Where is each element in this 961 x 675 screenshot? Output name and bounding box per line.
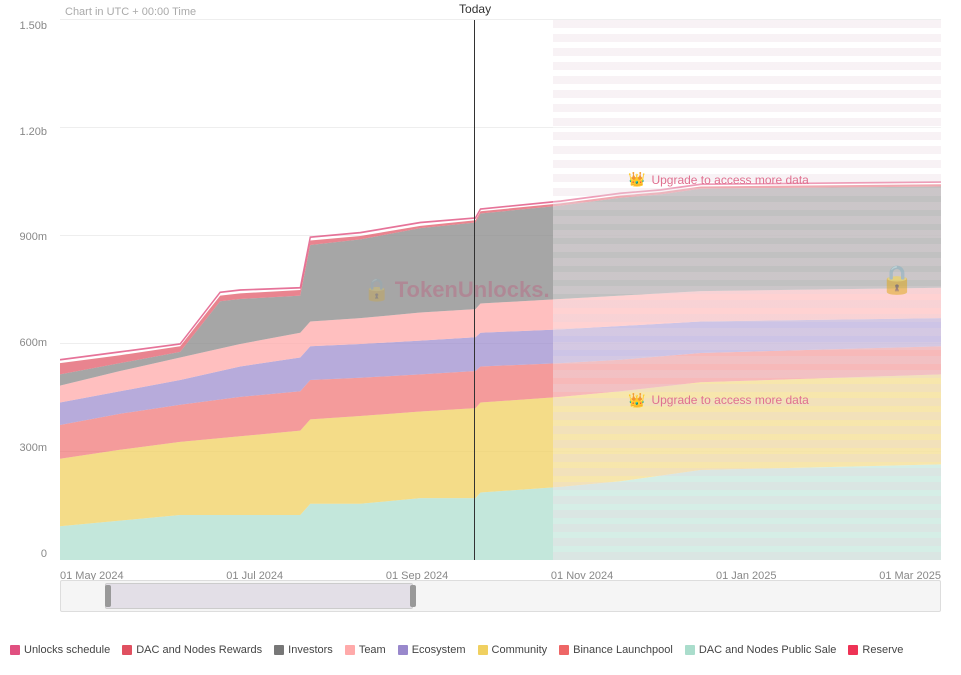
- legend-dot-investors: [274, 645, 284, 655]
- legend-label-binance: Binance Launchpool: [573, 644, 673, 656]
- legend-dot-dac-rewards: [122, 645, 132, 655]
- lock-icon-right: 🔒: [880, 263, 915, 296]
- legend-binance: Binance Launchpool: [559, 644, 673, 656]
- legend-label-reserve: Reserve: [862, 644, 903, 656]
- legend-dot-dac-public: [685, 645, 695, 655]
- legend-dot-reserve: [848, 645, 858, 655]
- upgrade-badge-bottom[interactable]: 👑 Upgrade to access more data: [628, 392, 809, 409]
- legend-investors: Investors: [274, 644, 333, 656]
- y-label-600m: 600m: [0, 337, 47, 349]
- legend-team: Team: [345, 644, 386, 656]
- navigator[interactable]: [60, 580, 941, 612]
- legend-label-unlocks: Unlocks schedule: [24, 644, 110, 656]
- today-label: Today: [459, 2, 491, 16]
- y-label-150b: 1.50b: [0, 20, 47, 32]
- crown-icon-top: 👑: [628, 171, 645, 188]
- y-label-120b: 1.20b: [0, 126, 47, 138]
- legend-label-ecosystem: Ecosystem: [412, 644, 466, 656]
- legend-label-community: Community: [492, 644, 548, 656]
- legend-dot-community: [478, 645, 488, 655]
- legend-ecosystem: Ecosystem: [398, 644, 466, 656]
- legend-label-dac-rewards: DAC and Nodes Rewards: [136, 644, 262, 656]
- chart-inner: Today 👑 Upgrade to access more data 👑 Up…: [60, 20, 941, 560]
- legend-dot-unlocks: [10, 645, 20, 655]
- legend-dot-ecosystem: [398, 645, 408, 655]
- legend-dac-rewards: DAC and Nodes Rewards: [122, 644, 262, 656]
- legend-dot-team: [345, 645, 355, 655]
- legend-dac-public: DAC and Nodes Public Sale: [685, 644, 837, 656]
- upgrade-text-bottom[interactable]: Upgrade to access more data: [651, 393, 808, 407]
- upgrade-text-top[interactable]: Upgrade to access more data: [651, 173, 808, 187]
- legend: Unlocks schedule DAC and Nodes Rewards I…: [0, 625, 961, 675]
- navigator-handle-left[interactable]: [105, 585, 111, 607]
- navigator-handle-right[interactable]: [410, 585, 416, 607]
- legend-unlocks-schedule: Unlocks schedule: [10, 644, 110, 656]
- upgrade-badge-top[interactable]: 👑 Upgrade to access more data: [628, 171, 809, 188]
- y-label-0: 0: [0, 548, 47, 560]
- legend-label-investors: Investors: [288, 644, 333, 656]
- legend-community: Community: [478, 644, 548, 656]
- legend-label-team: Team: [359, 644, 386, 656]
- chart-container: Chart in UTC + 00:00 Time 0 300m 600m 90…: [0, 0, 961, 620]
- y-label-900m: 900m: [0, 231, 47, 243]
- today-line: Today: [474, 20, 475, 560]
- navigator-selection[interactable]: [105, 583, 413, 609]
- y-axis-labels: 0 300m 600m 900m 1.20b 1.50b: [0, 20, 55, 560]
- legend-reserve: Reserve: [848, 644, 903, 656]
- legend-label-dac-public: DAC and Nodes Public Sale: [699, 644, 837, 656]
- crown-icon-bottom: 👑: [628, 392, 645, 409]
- y-label-300m: 300m: [0, 442, 47, 454]
- chart-svg: [60, 20, 941, 560]
- legend-dot-binance: [559, 645, 569, 655]
- chart-subtitle: Chart in UTC + 00:00 Time: [65, 6, 196, 18]
